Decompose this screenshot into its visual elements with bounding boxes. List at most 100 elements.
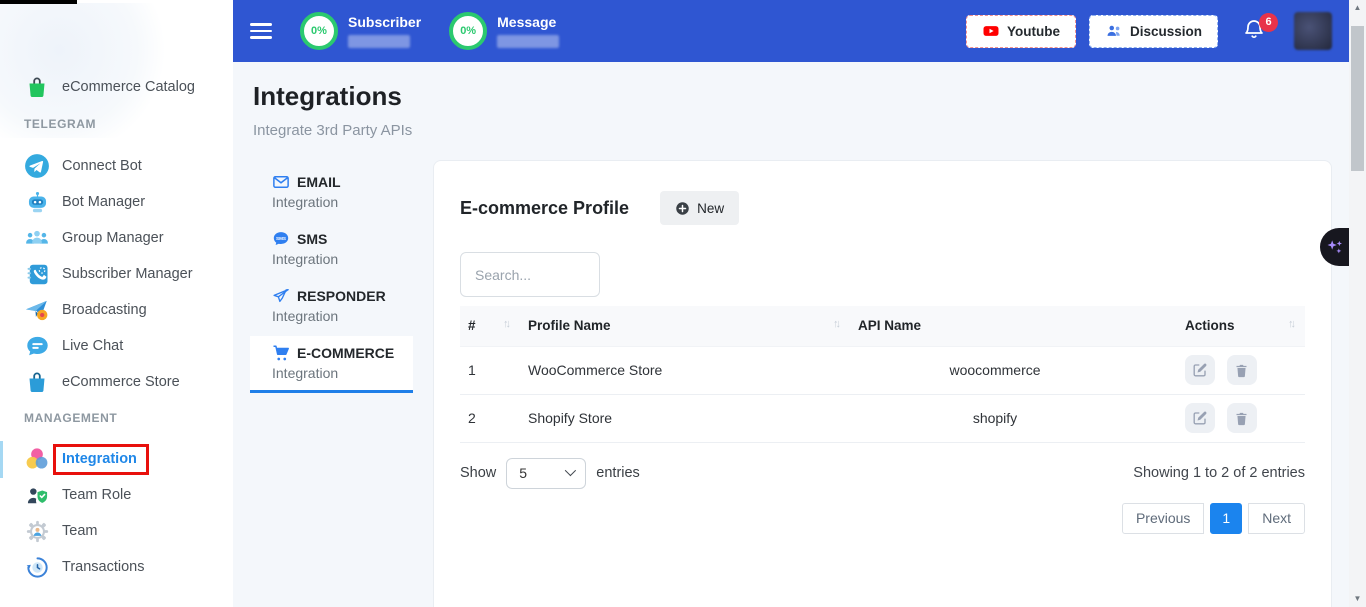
column-header-num[interactable]: # [460, 306, 520, 346]
subscriber-blurred-value [348, 35, 410, 48]
show-label: Show [460, 465, 496, 481]
sidebar-item-live-chat[interactable]: Live Chat [0, 328, 233, 364]
sidebar-item-ecommerce-store[interactable]: eCommerce Store [0, 364, 233, 400]
scroll-up-arrow-icon[interactable]: ▲ [1349, 1, 1366, 15]
contact-book-phone-icon [24, 261, 50, 287]
edit-button[interactable] [1185, 403, 1215, 433]
plus-circle-icon [675, 201, 690, 216]
discussion-button[interactable]: Discussion [1089, 15, 1218, 48]
subscriber-percent: 0% [311, 25, 327, 37]
gear-user-icon [24, 518, 50, 544]
table-row: 2 Shopify Store shopify [460, 394, 1305, 442]
edit-button[interactable] [1185, 355, 1215, 385]
page-title: Integrations [253, 81, 402, 112]
subnav-item-responder[interactable]: RESPONDER Integration [250, 279, 413, 336]
page-size-select[interactable]: 5 [506, 458, 586, 489]
entries-label: entries [596, 465, 640, 481]
new-profile-button[interactable]: New [660, 191, 739, 225]
card-heading: E-commerce Profile [460, 198, 629, 219]
envelope-icon [272, 173, 290, 191]
column-header-actions[interactable]: Actions [1140, 306, 1305, 346]
youtube-button-label: Youtube [1007, 24, 1060, 39]
column-header-profile-name[interactable]: Profile Name [520, 306, 850, 346]
sidebar-item-label: Team [62, 523, 97, 539]
trash-icon [1234, 363, 1249, 378]
subnav-item-subtitle: Integration [272, 308, 413, 324]
subnav-item-ecommerce[interactable]: E-COMMERCE Integration [250, 336, 413, 393]
main-content: Integrations Integrate 3rd Party APIs EM… [233, 62, 1349, 607]
subscriber-stat: 0% Subscriber [300, 12, 421, 50]
sidebar-item-bot-manager[interactable]: Bot Manager [0, 184, 233, 220]
scrollbar-thumb[interactable] [1351, 26, 1364, 171]
subnav-item-title: SMS [297, 231, 327, 247]
notifications-button[interactable]: 6 [1242, 17, 1266, 46]
user-group-icon [24, 225, 50, 251]
showing-entries-text: Showing 1 to 2 of 2 entries [1133, 465, 1305, 481]
sidebar-item-subscriber-manager[interactable]: Subscriber Manager [0, 256, 233, 292]
new-button-label: New [697, 201, 724, 216]
sidebar-item-label: eCommerce Store [62, 374, 180, 390]
sidebar-item-broadcasting[interactable]: Broadcasting [0, 292, 233, 328]
sidebar-section-management: MANAGEMENT [24, 411, 117, 425]
row-profile-name: WooCommerce Store [520, 346, 850, 394]
sidebar-item-label: Transactions [62, 559, 144, 575]
edit-pencil-icon [1192, 362, 1208, 378]
user-shield-icon [24, 482, 50, 508]
svg-text:SMS: SMS [276, 236, 286, 241]
edit-pencil-icon [1192, 410, 1208, 426]
next-page-button[interactable]: Next [1248, 503, 1305, 534]
scroll-down-arrow-icon[interactable]: ▼ [1349, 592, 1366, 606]
active-item-indicator [0, 441, 3, 478]
message-percent: 0% [460, 25, 476, 37]
sidebar-item-label: Live Chat [62, 338, 123, 354]
shopping-bag-green-icon [24, 74, 50, 100]
row-num: 2 [460, 394, 520, 442]
telegram-plane-icon [24, 153, 50, 179]
avatar[interactable] [1294, 12, 1332, 50]
sidebar-item-transactions[interactable]: Transactions [0, 549, 233, 585]
sidebar-item-label: Bot Manager [62, 194, 145, 210]
pagination: Previous 1 Next [460, 503, 1305, 534]
sidebar-item-group-manager[interactable]: Group Manager [0, 220, 233, 256]
sidebar-item-ecommerce-catalog[interactable]: eCommerce Catalog [0, 69, 233, 105]
sidebar-item-connect-bot[interactable]: Connect Bot [0, 148, 233, 184]
color-circles-icon [24, 446, 50, 472]
table-row: 1 WooCommerce Store woocommerce [460, 346, 1305, 394]
row-api-name: woocommerce [850, 346, 1140, 394]
sidebar-item-label: Subscriber Manager [62, 266, 193, 282]
history-clock-icon [24, 554, 50, 580]
broadcast-plane-icon [24, 297, 50, 323]
shopping-cart-icon [272, 344, 290, 362]
previous-page-button[interactable]: Previous [1122, 503, 1204, 534]
ecommerce-profile-card: E-commerce Profile New # Profile Name AP… [433, 160, 1332, 607]
subnav-item-subtitle: Integration [272, 365, 413, 381]
scrollbar[interactable]: ▲ ▼ [1349, 0, 1366, 607]
sidebar-item-team-role[interactable]: Team Role [0, 477, 233, 513]
sidebar-section-telegram: TELEGRAM [24, 117, 96, 131]
topbar: 0% Subscriber 0% Message Youtube Discuss… [233, 0, 1349, 62]
youtube-icon [982, 22, 1000, 40]
shopping-bag-blue-icon [24, 369, 50, 395]
delete-button[interactable] [1227, 403, 1257, 433]
youtube-button[interactable]: Youtube [966, 15, 1076, 48]
subnav-item-sms[interactable]: SMS SMS Integration [250, 222, 413, 279]
sidebar-item-integration[interactable]: Integration [0, 441, 233, 477]
page-1-button[interactable]: 1 [1210, 503, 1242, 534]
message-stat: 0% Message [449, 12, 559, 50]
delete-button[interactable] [1227, 355, 1257, 385]
subnav-item-title: E-COMMERCE [297, 345, 394, 361]
notification-count-badge: 6 [1259, 13, 1278, 32]
subscriber-progress-circle: 0% [300, 12, 338, 50]
sidebar-item-label: Integration [62, 451, 137, 467]
sidebar-item-team[interactable]: Team [0, 513, 233, 549]
sidebar-item-label: Connect Bot [62, 158, 142, 174]
sidebar: eCommerce Catalog TELEGRAM Connect Bot B… [0, 0, 233, 607]
subnav-item-email[interactable]: EMAIL Integration [250, 165, 413, 222]
sidebar-item-label: eCommerce Catalog [62, 79, 195, 95]
subscriber-stat-label: Subscriber [348, 14, 421, 30]
search-input[interactable] [460, 252, 600, 297]
hamburger-menu-icon[interactable] [250, 19, 272, 43]
profiles-table: # Profile Name API Name Actions 1 WooCom… [460, 306, 1305, 443]
sidebar-item-label: Broadcasting [62, 302, 147, 318]
column-header-api-name[interactable]: API Name [850, 306, 1140, 346]
